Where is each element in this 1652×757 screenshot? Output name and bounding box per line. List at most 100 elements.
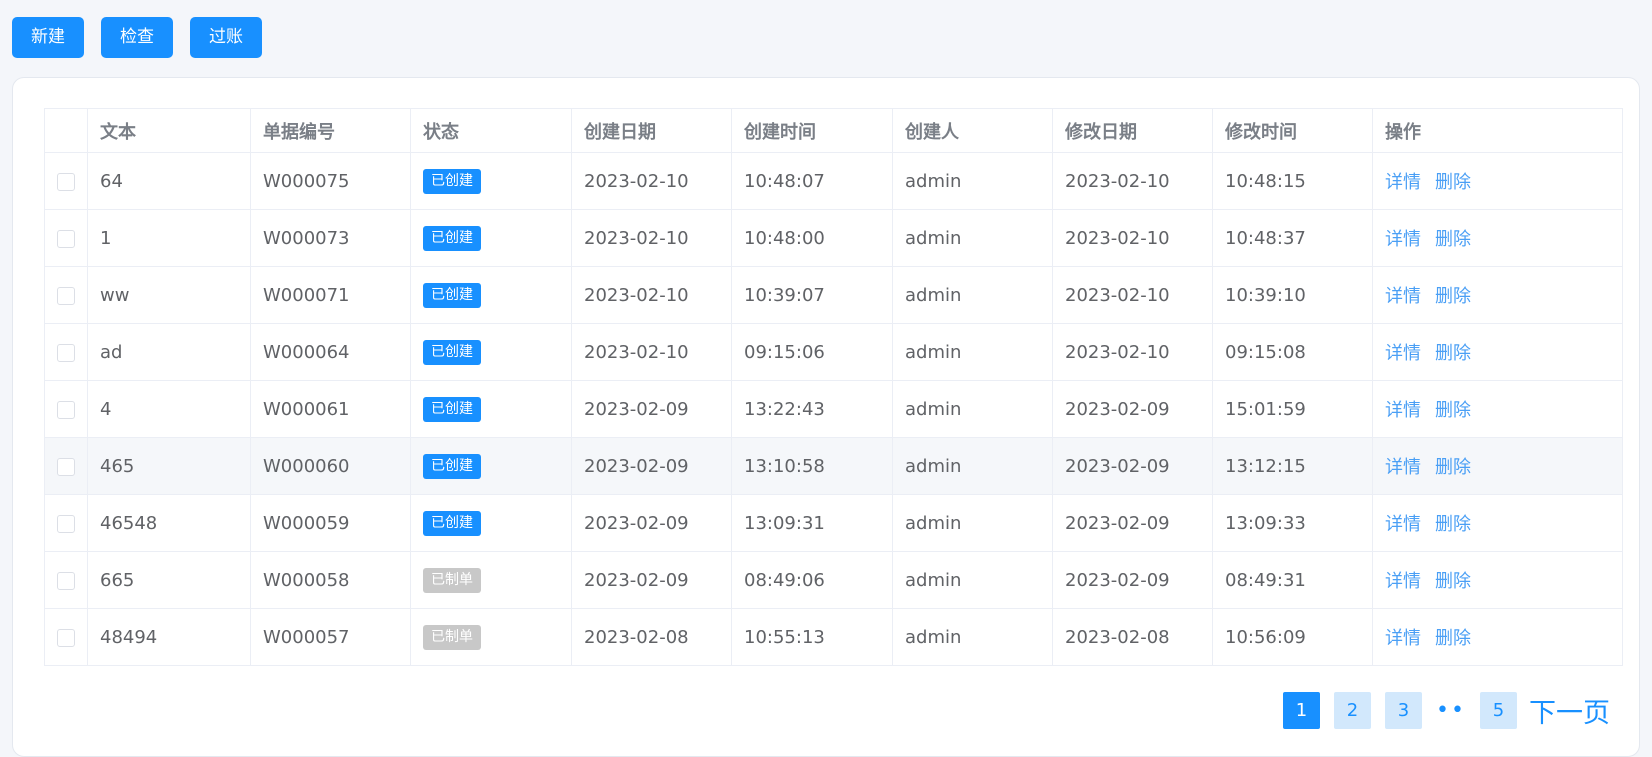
create-date-cell: 2023-02-10 [571,152,732,210]
delete-link[interactable]: 删除 [1435,286,1471,307]
header-text: 文本 [87,108,251,153]
row-checkbox[interactable] [57,457,75,476]
select-cell [44,152,88,210]
page-3-button[interactable]: 3 [1385,692,1422,729]
modify-time-cell: 10:48:15 [1212,152,1373,210]
toolbar: 新建 检查 过账 [12,17,262,58]
detail-link[interactable]: 详情 [1385,229,1421,250]
row-checkbox[interactable] [57,571,75,590]
text-cell: 1 [87,209,251,267]
actions-cell: 详情 删除 [1372,323,1623,381]
detail-link[interactable]: 详情 [1385,571,1421,592]
check-button[interactable]: 检查 [101,17,173,58]
text-cell: 4 [87,380,251,438]
detail-link[interactable]: 详情 [1385,514,1421,535]
table-row[interactable]: ad W000064 已创建 2023-02-10 09:15:06 admin 2023-… [44,323,1623,381]
text-cell: ww [87,266,251,324]
page-1-button[interactable]: 1 [1283,692,1320,729]
creator-cell: admin [892,152,1053,210]
text-cell: 48494 [87,608,251,666]
detail-link[interactable]: 详情 [1385,286,1421,307]
actions-cell: 详情 删除 [1372,152,1623,210]
delete-link[interactable]: 删除 [1435,628,1471,649]
select-cell [44,437,88,495]
select-cell [44,494,88,552]
modify-date-cell: 2023-02-10 [1052,266,1213,324]
modify-time-cell: 13:12:15 [1212,437,1373,495]
detail-link[interactable]: 详情 [1385,628,1421,649]
create-time-cell: 13:22:43 [731,380,893,438]
status-cell: 已创建 [410,266,572,324]
delete-link[interactable]: 删除 [1435,457,1471,478]
table-row[interactable]: 48494 W000057 已制单 2023-02-08 10:55:13 admin 20… [44,608,1623,666]
delete-link[interactable]: 删除 [1435,571,1471,592]
status-cell: 已创建 [410,209,572,267]
actions-cell: 详情 删除 [1372,266,1623,324]
row-checkbox[interactable] [57,172,75,191]
header-code: 单据编号 [250,108,411,153]
creator-cell: admin [892,437,1053,495]
new-button[interactable]: 新建 [12,17,84,58]
header-modify-time: 修改时间 [1212,108,1373,153]
detail-link[interactable]: 详情 [1385,400,1421,421]
select-cell [44,380,88,438]
row-checkbox[interactable] [57,400,75,419]
detail-link[interactable]: 详情 [1385,457,1421,478]
header-actions: 操作 [1372,108,1623,153]
create-time-cell: 10:48:00 [731,209,893,267]
modify-date-cell: 2023-02-09 [1052,380,1213,438]
table-row[interactable]: ww W000071 已创建 2023-02-10 10:39:07 admin 2023-… [44,266,1623,324]
actions-cell: 详情 删除 [1372,380,1623,438]
create-date-cell: 2023-02-09 [571,437,732,495]
code-cell: W000061 [250,380,411,438]
create-time-cell: 10:55:13 [731,608,893,666]
modify-date-cell: 2023-02-08 [1052,608,1213,666]
create-time-cell: 10:39:07 [731,266,893,324]
page-2-button[interactable]: 2 [1334,692,1371,729]
table-row[interactable]: 4 W000061 已创建 2023-02-09 13:22:43 admin 2023-0… [44,380,1623,438]
status-cell: 已创建 [410,152,572,210]
table-row[interactable]: 1 W000073 已创建 2023-02-10 10:48:00 admin 2023-0… [44,209,1623,267]
code-cell: W000064 [250,323,411,381]
status-badge: 已制单 [423,624,481,650]
table-row[interactable]: 64 W000075 已创建 2023-02-10 10:48:07 admin 2023-… [44,152,1623,210]
code-cell: W000075 [250,152,411,210]
actions-cell: 详情 删除 [1372,608,1623,666]
row-checkbox[interactable] [57,229,75,248]
document-table: 文本 单据编号 状态 创建日期 创建时间 创建人 修改日期 修改时间 操作 64… [44,108,1623,666]
table-row[interactable]: 46548 W000059 已创建 2023-02-09 13:09:31 admin 20… [44,494,1623,552]
status-badge: 已制单 [423,567,481,593]
row-checkbox[interactable] [57,286,75,305]
row-checkbox[interactable] [57,343,75,362]
pagination-ellipsis: •• [1436,698,1466,723]
status-badge: 已创建 [423,168,481,194]
next-page-button[interactable]: 下一页 [1529,691,1610,730]
create-date-cell: 2023-02-09 [571,380,732,438]
text-cell: 64 [87,152,251,210]
row-checkbox[interactable] [57,628,75,647]
modify-date-cell: 2023-02-09 [1052,494,1213,552]
delete-link[interactable]: 删除 [1435,514,1471,535]
actions-cell: 详情 删除 [1372,209,1623,267]
create-date-cell: 2023-02-10 [571,209,732,267]
create-date-cell: 2023-02-10 [571,323,732,381]
header-status: 状态 [410,108,572,153]
detail-link[interactable]: 详情 [1385,172,1421,193]
table-row[interactable]: 465 W000060 已创建 2023-02-09 13:10:58 admin 2023… [44,437,1623,495]
delete-link[interactable]: 删除 [1435,229,1471,250]
table-row[interactable]: 665 W000058 已制单 2023-02-09 08:49:06 admin 2023… [44,551,1623,609]
row-checkbox[interactable] [57,514,75,533]
code-cell: W000059 [250,494,411,552]
post-button[interactable]: 过账 [190,17,262,58]
delete-link[interactable]: 删除 [1435,400,1471,421]
text-cell: 46548 [87,494,251,552]
creator-cell: admin [892,494,1053,552]
create-time-cell: 09:15:06 [731,323,893,381]
creator-cell: admin [892,551,1053,609]
delete-link[interactable]: 删除 [1435,172,1471,193]
delete-link[interactable]: 删除 [1435,343,1471,364]
modify-date-cell: 2023-02-10 [1052,323,1213,381]
page-5-button[interactable]: 5 [1480,692,1517,729]
detail-link[interactable]: 详情 [1385,343,1421,364]
header-select-cell [44,108,88,153]
